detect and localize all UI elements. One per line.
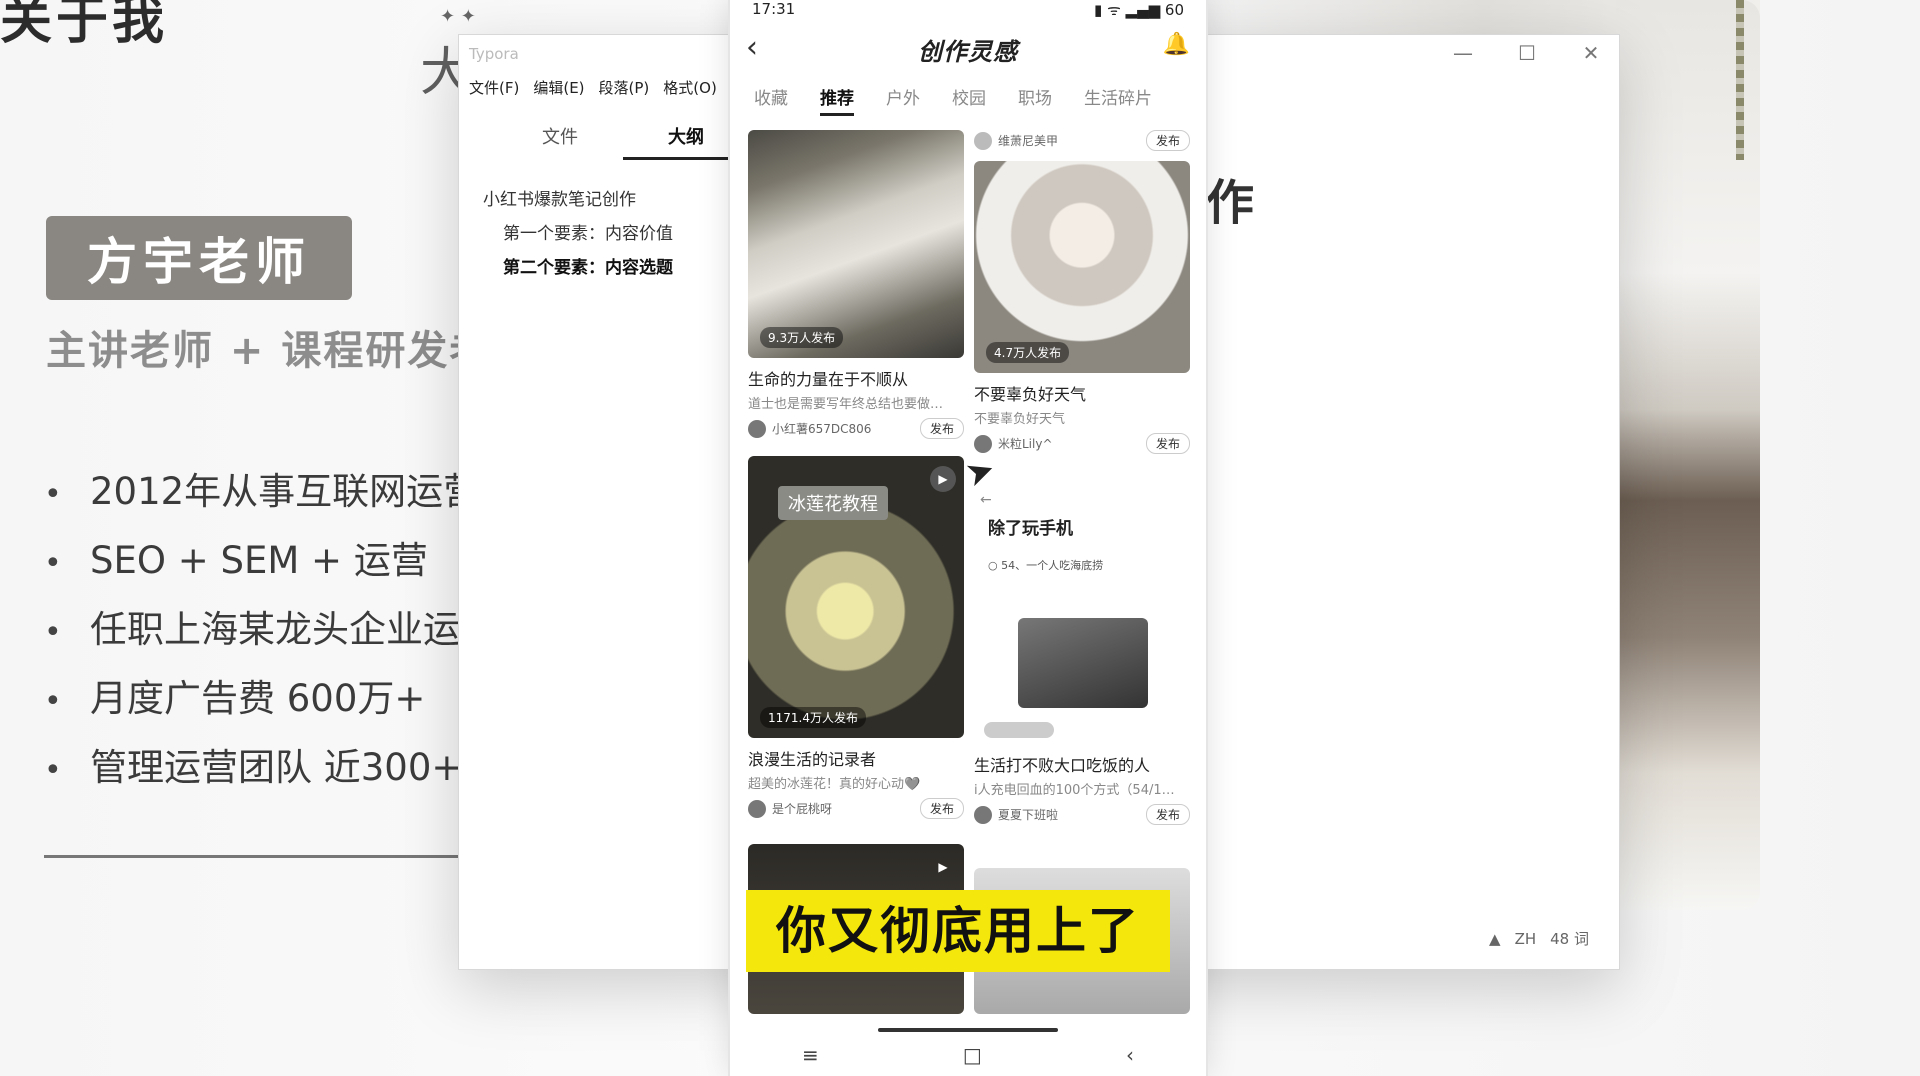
author-name: 维萧尼美甲 bbox=[998, 134, 1059, 148]
card-footer: 是个屁桃呀 发布 bbox=[748, 798, 964, 819]
publish-button[interactable]: 发布 bbox=[1145, 433, 1190, 454]
scroll-indicator bbox=[878, 1028, 1058, 1032]
bio-item: 2012年从事互联网运营 bbox=[44, 462, 497, 531]
card-image: 9.3万人发布 bbox=[748, 130, 964, 358]
image-check-item: ○ 54、一个人吃海底捞 bbox=[988, 559, 1104, 572]
bio-item: 任职上海某龙头企业运营 bbox=[44, 600, 497, 669]
bio-list: 2012年从事互联网运营 SEO + SEM + 运营 任职上海某龙头企业运营 … bbox=[44, 462, 497, 807]
publish-count-pill bbox=[984, 722, 1054, 738]
menu-format[interactable]: 格式(O) bbox=[663, 79, 717, 97]
outline-tree: 小红书爆款笔记创作 第一个要素：内容价值 第二个要素：内容选题 bbox=[483, 183, 673, 285]
card-image: 4.7万人发布 bbox=[974, 161, 1190, 373]
card-image: ← 除了玩手机 ○ 54、一个人吃海底捞 bbox=[974, 488, 1190, 744]
author-name: 小红薯657DC806 bbox=[772, 422, 872, 436]
slide-title-glyph: 作 bbox=[1206, 175, 1255, 231]
home-icon[interactable]: □ bbox=[963, 1043, 982, 1067]
card-footer: 夏夏下班啦 发布 bbox=[974, 804, 1190, 825]
author-name: 夏夏下班啦 bbox=[998, 808, 1059, 822]
tab-favorites[interactable]: 收藏 bbox=[754, 84, 788, 116]
card-image: 冰莲花教程 ▶ 1171.4万人发布 bbox=[748, 456, 964, 738]
teacher-name-badge: 方宇老师 bbox=[46, 216, 352, 300]
avatar bbox=[748, 799, 766, 818]
image-heading: 除了玩手机 bbox=[988, 519, 1073, 539]
tab-life-fragments[interactable]: 生活碎片 bbox=[1084, 84, 1152, 116]
play-icon[interactable]: ▶ bbox=[930, 854, 956, 880]
menu-file[interactable]: 文件(F) bbox=[469, 79, 519, 97]
sidebar-tabs: 文件 大纲 bbox=[497, 119, 749, 160]
author-name: 米粒Lily^ bbox=[998, 437, 1053, 451]
avatar bbox=[974, 805, 992, 824]
outline-item[interactable]: 第一个要素：内容价值 bbox=[483, 217, 673, 251]
tab-files[interactable]: 文件 bbox=[497, 119, 623, 157]
publish-count: 1171.4万人发布 bbox=[760, 707, 866, 728]
publish-button[interactable]: 发布 bbox=[919, 418, 964, 439]
word-count[interactable]: 48 词 bbox=[1550, 930, 1589, 948]
card-title: 生活打不败大口吃饭的人 bbox=[974, 756, 1151, 775]
inspiration-card[interactable]: 冰莲花教程 ▶ 1171.4万人发布 浪漫生活的记录者 超美的冰莲花！真的好心动… bbox=[748, 456, 964, 819]
tab-recommended[interactable]: 推荐 bbox=[820, 84, 854, 116]
window-controls: — ☐ ✕ bbox=[1453, 41, 1601, 65]
back-icon[interactable]: ‹ bbox=[1126, 1043, 1134, 1067]
language-indicator[interactable]: ZH bbox=[1515, 930, 1537, 948]
warning-icon[interactable]: ▲ bbox=[1489, 930, 1501, 948]
inspiration-card[interactable]: 维萧尼美甲 发布 4.7万人发布 不要辜负好天气 不要辜负好天气 米粒Lily^… bbox=[974, 130, 1190, 454]
menu-edit[interactable]: 编辑(E) bbox=[533, 79, 584, 97]
card-footer: 小红薯657DC806 发布 bbox=[748, 418, 964, 439]
slide-photo bbox=[1616, 0, 1760, 910]
card-subtitle: 超美的冰莲花！真的好心动🩶 bbox=[748, 777, 921, 792]
status-icons: ▮ ᯤ ▂▄▆ 60 bbox=[1094, 1, 1184, 19]
minimize-icon[interactable]: — bbox=[1453, 41, 1473, 65]
close-icon[interactable]: ✕ bbox=[1581, 41, 1601, 65]
phone-status-bar: 17:31 ▮ ᯤ ▂▄▆ 60 bbox=[752, 0, 1184, 20]
card-title: 浪漫生活的记录者 bbox=[748, 750, 877, 769]
card-subtitle: 不要辜负好天气 bbox=[974, 412, 1066, 427]
bio-item: SEO + SEM + 运营 bbox=[44, 531, 497, 600]
avatar bbox=[974, 131, 992, 150]
play-icon[interactable]: ▶ bbox=[930, 466, 956, 492]
bio-item: 月度广告费 600万+ bbox=[44, 669, 497, 738]
inspiration-card[interactable]: ← 除了玩手机 ○ 54、一个人吃海底捞 生活打不败大口吃饭的人 i人充电回血的… bbox=[974, 488, 1190, 825]
card-title: 生命的力量在于不顺从 bbox=[748, 370, 909, 389]
publish-button[interactable]: 发布 bbox=[1145, 804, 1190, 825]
card-header: 维萧尼美甲 发布 bbox=[974, 130, 1190, 151]
bio-item: 管理运营团队 近300+ bbox=[44, 738, 497, 807]
publish-count: 9.3万人发布 bbox=[760, 327, 844, 348]
avatar bbox=[748, 419, 766, 438]
tab-campus[interactable]: 校园 bbox=[952, 84, 986, 116]
publish-button[interactable]: 发布 bbox=[1145, 130, 1190, 151]
publish-count: 4.7万人发布 bbox=[986, 342, 1070, 363]
inspiration-card[interactable]: 9.3万人发布 生命的力量在于不顺从 道士也是需要写年终总结也要做… 小红薯65… bbox=[748, 130, 964, 439]
app-title: 创作灵感 bbox=[918, 38, 1018, 66]
card-subtitle: 道士也是需要写年终总结也要做… bbox=[748, 397, 944, 412]
menu-bar: 文件(F) 编辑(E) 段落(P) 格式(O) bbox=[469, 77, 731, 98]
outline-item-active[interactable]: 第二个要素：内容选题 bbox=[483, 251, 673, 285]
menu-icon[interactable]: ≡ bbox=[802, 1043, 819, 1067]
tab-outdoor[interactable]: 户外 bbox=[886, 84, 920, 116]
image-banner: 冰莲花教程 bbox=[778, 486, 888, 520]
watermark-stars-icon: ✦ ✦ bbox=[440, 6, 476, 27]
app-header: ‹ 创作灵感 🔔 bbox=[730, 28, 1206, 68]
status-bar: ▲ ZH 48 词 bbox=[1475, 928, 1589, 949]
system-nav-bar: ≡ □ ‹ bbox=[730, 1034, 1206, 1076]
slide-title: 关于我 bbox=[0, 0, 169, 51]
category-tabs: 收藏 推荐 户外 校园 职场 生活碎片 bbox=[754, 84, 1152, 116]
card-footer: 米粒Lily^ 发布 bbox=[974, 433, 1190, 454]
outline-item-root[interactable]: 小红书爆款笔记创作 bbox=[483, 183, 673, 217]
bell-icon[interactable]: 🔔 bbox=[1163, 32, 1190, 57]
clock: 17:31 bbox=[752, 0, 796, 18]
card-subtitle: i人充电回血的100个方式（54/1… bbox=[974, 783, 1175, 798]
publish-button[interactable]: 发布 bbox=[919, 798, 964, 819]
tab-workplace[interactable]: 职场 bbox=[1018, 84, 1052, 116]
maximize-icon[interactable]: ☐ bbox=[1517, 41, 1537, 65]
pot-illustration bbox=[1018, 618, 1148, 708]
card-title: 不要辜负好天气 bbox=[974, 385, 1087, 404]
slide-divider bbox=[44, 855, 464, 858]
menu-paragraph[interactable]: 段落(P) bbox=[599, 79, 650, 97]
video-subtitle: 你又彻底用上了 bbox=[746, 890, 1170, 972]
back-small-icon: ← bbox=[980, 492, 992, 508]
window-title: Typora bbox=[469, 45, 519, 63]
author-name: 是个屁桃呀 bbox=[772, 802, 833, 816]
